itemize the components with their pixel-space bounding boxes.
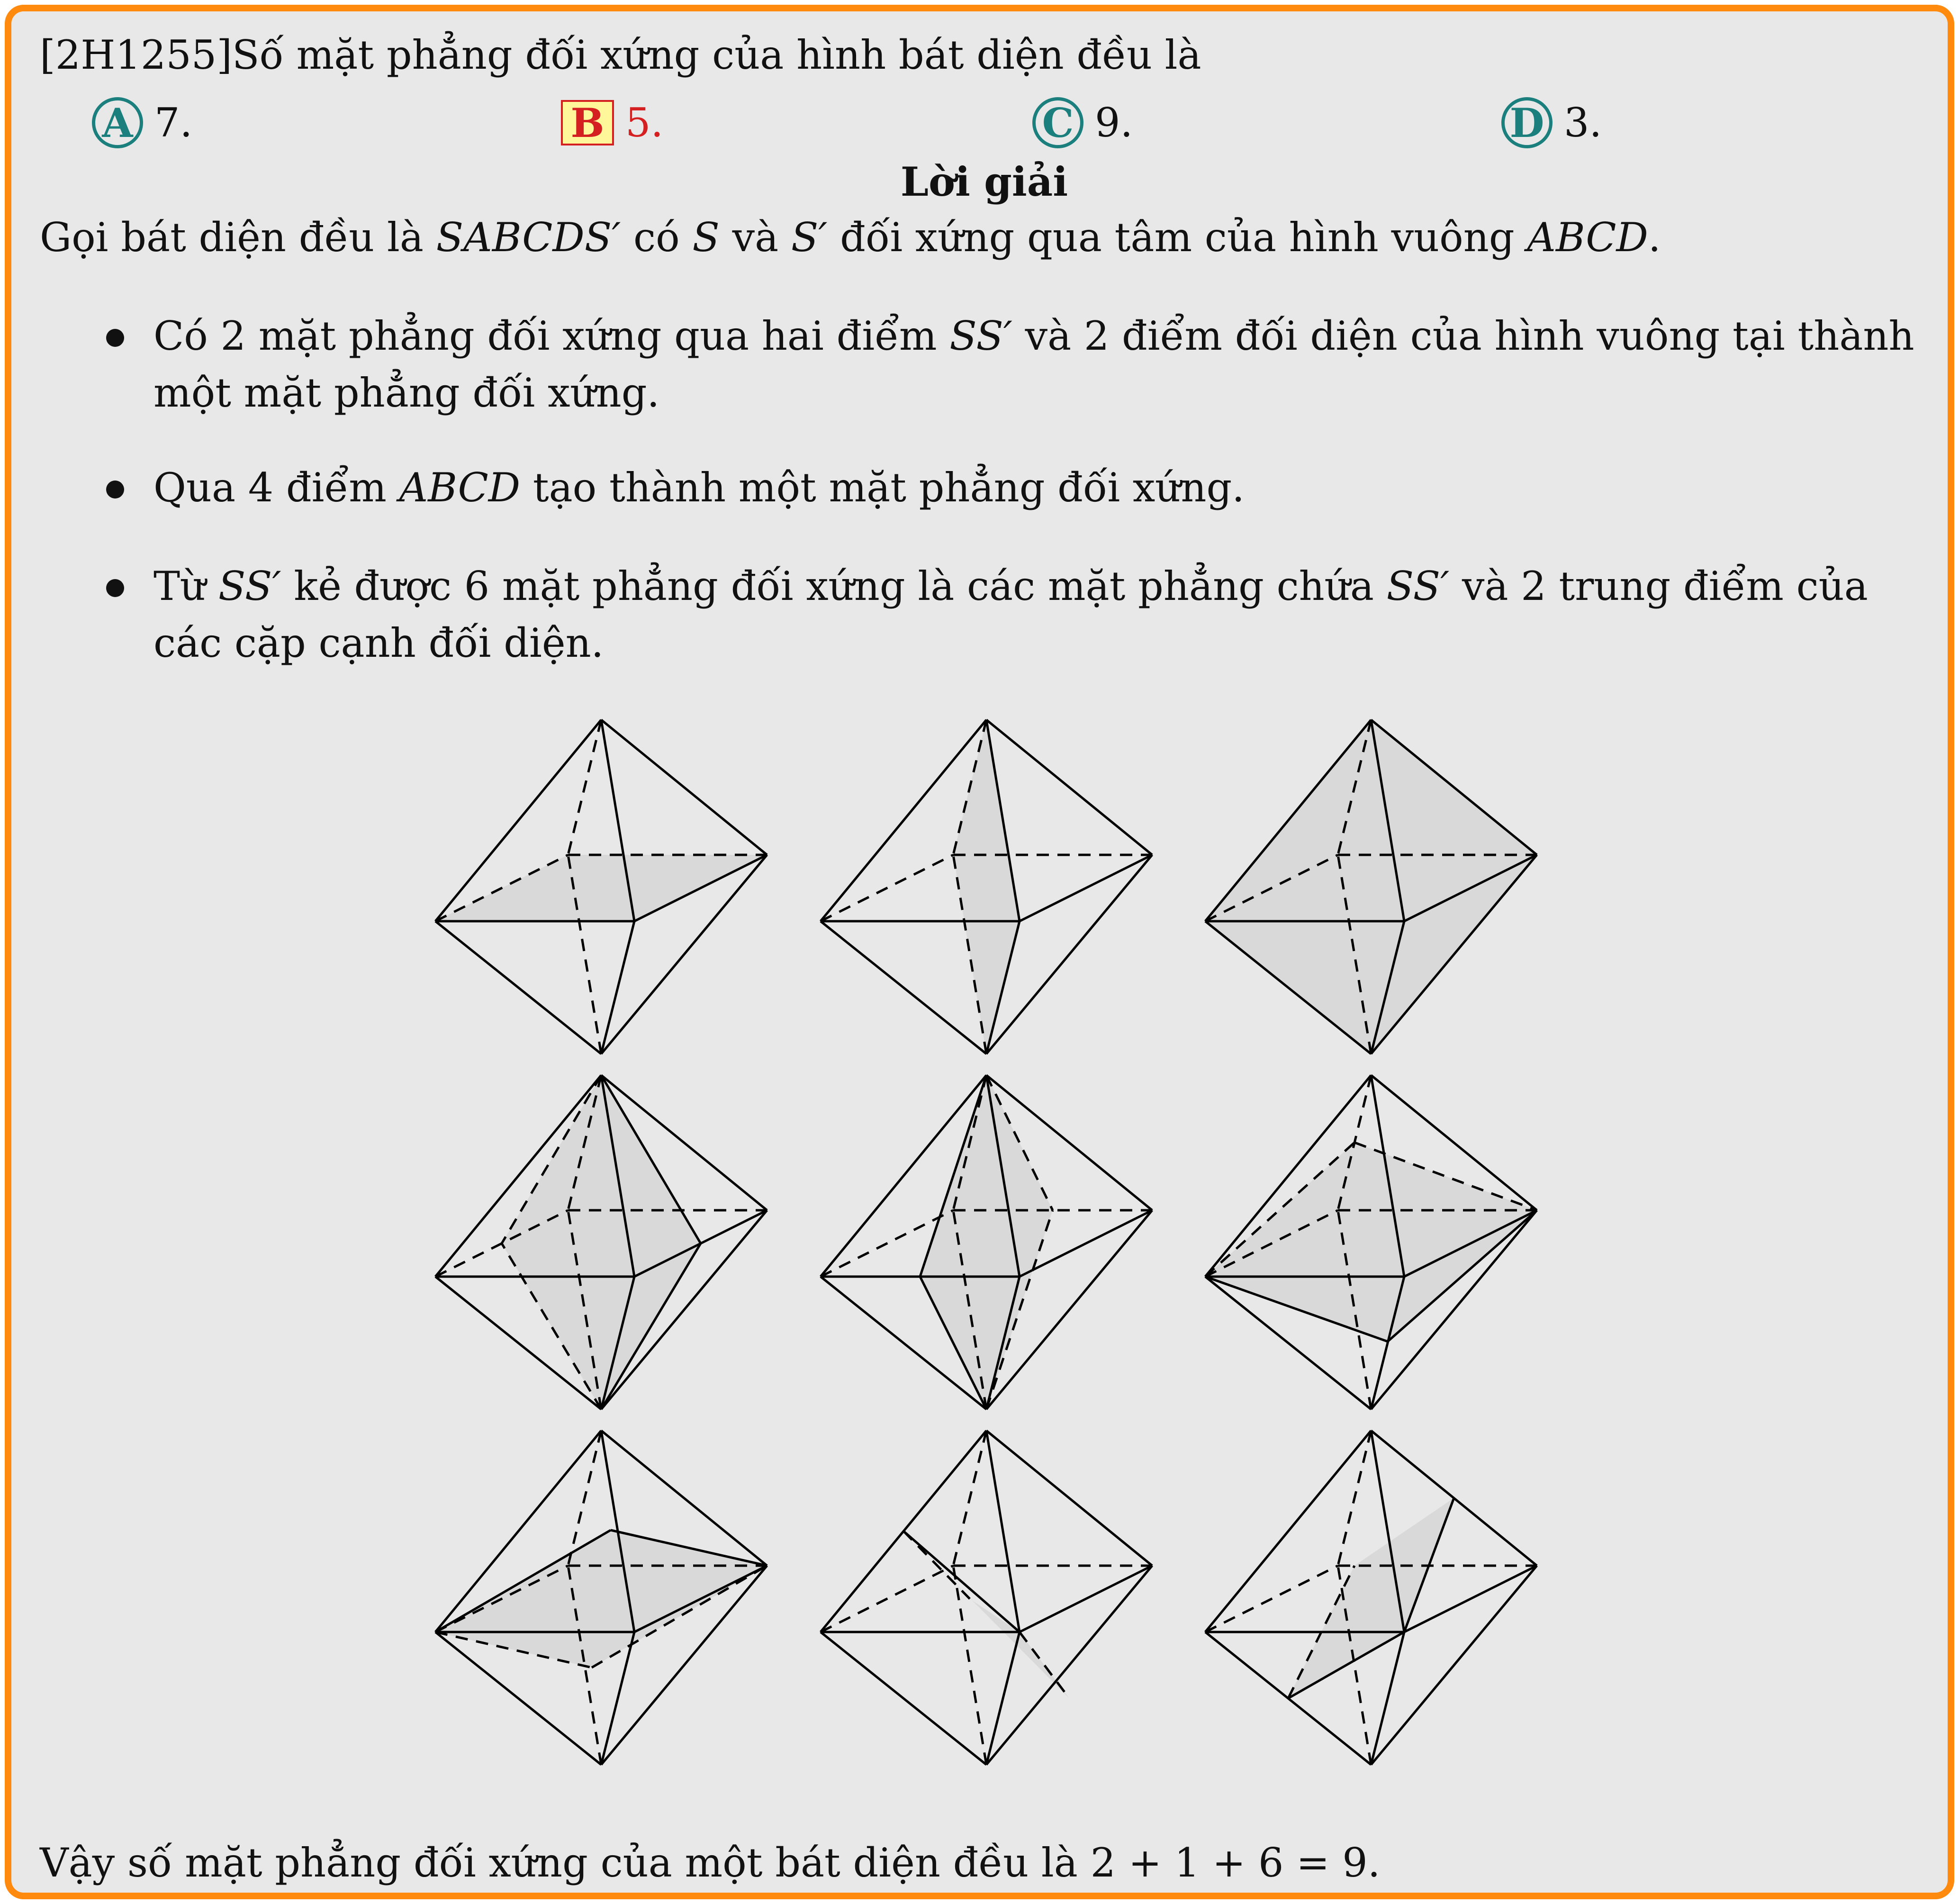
octahedron-5 (821, 1075, 1152, 1409)
octahedron-1 (435, 720, 767, 1054)
conclusion-text: Vậy số mặt phẳng đối xứng của một bát di… (40, 1840, 1091, 1886)
problem-card: [2H1255]Số mặt phẳng đối xứng của hình b… (5, 5, 1954, 1899)
conclusion-end: . (1367, 1840, 1381, 1886)
octahedron-8 (821, 1431, 1152, 1765)
conclusion: Vậy số mặt phẳng đối xứng của một bát di… (40, 1843, 1380, 1883)
octahedron-7 (435, 1431, 767, 1765)
octahedra-figure (11, 11, 1954, 1879)
conclusion-equation: 2 + 1 + 6 = 9 (1090, 1840, 1368, 1886)
octahedron-9 (1205, 1431, 1537, 1765)
octahedron-3 (1205, 720, 1537, 1054)
octahedron-4 (435, 1075, 767, 1409)
octahedron-2 (821, 720, 1152, 1054)
octahedron-6 (1205, 1075, 1537, 1409)
